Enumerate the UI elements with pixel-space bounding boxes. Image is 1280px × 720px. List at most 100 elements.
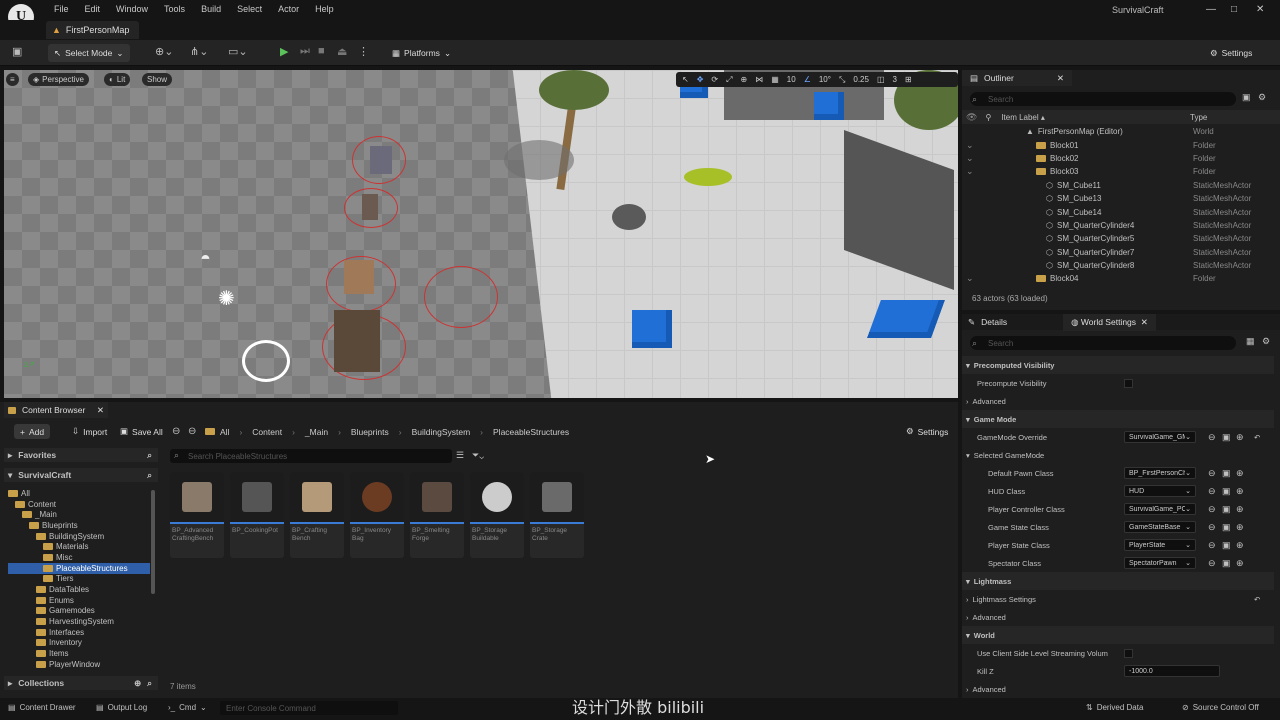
breadcrumb-item[interactable]: Blueprints [351,427,389,437]
add-collection-icon[interactable]: ⊕ [134,678,141,689]
chevron-down-icon[interactable]: ▾ [966,415,970,424]
folder-tree-item[interactable]: Interfaces [8,627,150,638]
asset-tile[interactable]: BP_CookingPot [230,472,284,558]
menu-actor[interactable]: Actor [270,4,307,14]
menu-window[interactable]: Window [108,4,156,14]
menu-file[interactable]: File [46,4,77,14]
folder-tree-item[interactable]: Materials [8,541,150,552]
search-icon[interactable]: ⌕ [147,470,152,481]
search-icon[interactable]: ⌕ [147,450,152,461]
folder-tree-item[interactable]: _Main [8,509,150,520]
browse-icon[interactable]: ⊖ [1208,432,1216,443]
maximize-viewport-icon[interactable]: ⊞ [905,75,912,84]
stop-icon[interactable]: ■ [318,45,325,57]
folder-tree-item[interactable]: Content [8,499,150,510]
folder-tree-item[interactable]: Gamemodes [8,606,150,617]
asset-tile[interactable]: BP_Inventory Bag [350,472,404,558]
browse-icon[interactable]: ⊖ [1208,504,1216,515]
outliner-row[interactable]: ⌄ Block03 Folder [962,165,1280,178]
outliner-row[interactable]: ⬡ SM_QuarterCylinder7 StaticMeshActor [962,246,1280,259]
folder-tree-item[interactable]: Misc [8,552,150,563]
visibility-icon[interactable]: ⌄ [966,153,982,164]
menu-help[interactable]: Help [307,4,342,14]
scale-icon[interactable]: ⤢ [726,75,732,85]
snap-surface-icon[interactable]: ⋈ [755,75,763,84]
killz-input[interactable]: -1000.0 [1124,665,1220,677]
use-selected-icon[interactable]: ▣ [1222,468,1231,479]
add-icon[interactable]: ⊕ [1236,558,1244,569]
close-icon[interactable]: ✕ [97,405,104,416]
rotate-snap-value[interactable]: 10° [819,75,831,84]
settings-icon[interactable]: ⚙ [1258,92,1266,103]
browse-icon[interactable]: ⊖ [1208,522,1216,533]
table-view-icon[interactable]: ▦ [1246,336,1255,347]
outliner-row[interactable]: ⬡ SM_QuarterCylinder8 StaticMeshActor [962,259,1280,272]
outliner-search-input[interactable]: Search [970,92,1236,106]
perspective-button[interactable]: ◈ Perspective [28,73,89,86]
use-selected-icon[interactable]: ▣ [1222,486,1231,497]
breadcrumb-item[interactable]: BuildingSystem [412,427,471,437]
visibility-icon[interactable]: ⌄ [966,166,982,177]
breadcrumb-item[interactable]: PlaceableStructures [493,427,569,437]
output-log-button[interactable]: ▤ Output Log [96,703,147,712]
chevron-right-icon[interactable]: › [966,397,969,406]
asset-tile[interactable]: BP_Advanced CraftingBench [170,472,224,558]
tree-scrollbar[interactable] [151,490,155,594]
bench-actor[interactable] [344,260,374,294]
console-input[interactable]: Enter Console Command [220,701,398,715]
forward-icon[interactable]: ⊖ [188,426,196,437]
play-icon[interactable]: ▶ [280,45,288,58]
save-search-icon[interactable]: ☰ [456,450,464,461]
scale-snap-value[interactable]: 0.25 [853,75,869,84]
add-icon[interactable]: ⊕ [1236,540,1244,551]
select-icon[interactable]: ↖ [682,75,689,84]
class-dropdown[interactable]: SpectatorPawn ⌄ [1124,557,1196,569]
favorites-header[interactable]: ▸ Favorites ⌕ [4,448,158,462]
folder-tree-item[interactable]: Items [8,648,150,659]
rotate-icon[interactable]: ⟳ [711,75,718,84]
add-icon[interactable]: ⊕ [1236,504,1244,515]
camera-speed-value[interactable]: 3 [893,75,897,84]
viewport-menu-button[interactable]: ≡ [6,73,19,86]
platforms-button[interactable]: ▦ Platforms ⌄ [386,44,457,62]
add-icon[interactable]: ⊕ [1236,468,1244,479]
lit-button[interactable]: ◐ Lit [104,73,131,86]
plant[interactable] [684,168,732,186]
eject-icon[interactable]: ⏏ [337,45,347,58]
cmd-button[interactable]: ›_ Cmd ⌄ [168,703,207,712]
collections-header[interactable]: ▸ Collections ⊕ ⌕ [4,676,158,690]
import-button[interactable]: ⇩ Import [66,424,113,439]
minimize-icon[interactable]: — [1206,4,1216,15]
breadcrumb-separator-icon[interactable]: › [292,427,295,437]
blueprint-icon[interactable]: ⋔⌄ [190,45,208,58]
sun-icon[interactable]: ✺ [218,286,235,311]
outliner-row[interactable]: ⬡ SM_Cube13 StaticMeshActor [962,192,1280,205]
browse-icon[interactable]: ⊖ [1208,486,1216,497]
player-start-icon[interactable] [242,340,290,382]
breadcrumb-item[interactable]: All [220,427,229,437]
details-search-input[interactable]: Search [970,336,1236,350]
settings-button[interactable]: ⚙ Settings [1204,44,1258,62]
add-folder-icon[interactable]: ▣ [1242,92,1251,103]
folder-tree-item[interactable]: Inventory [8,638,150,649]
settings-icon[interactable]: ⚙ [1262,336,1270,347]
menu-select[interactable]: Select [229,4,270,14]
asset-tile[interactable]: BP_Storage Buildable [470,472,524,558]
grid-snap-icon[interactable]: ▦ [771,75,779,84]
col-type[interactable]: Type [1190,113,1207,122]
checkbox[interactable] [1124,378,1133,388]
blue-cube[interactable] [632,310,672,348]
folder-tree-item[interactable]: PlaceableStructures [8,562,150,574]
rock[interactable] [612,204,646,230]
rotate-snap-icon[interactable]: ∠ [804,75,811,84]
chevron-down-icon[interactable]: ▾ [966,577,970,586]
class-dropdown[interactable]: HUD ⌄ [1124,485,1196,497]
close-icon[interactable]: ✕ [1256,4,1264,15]
breadcrumb-item[interactable]: _Main [305,427,328,437]
folder-tree-item[interactable]: BuildingSystem [8,531,150,542]
browse-icon[interactable]: ⊖ [1208,540,1216,551]
folder-tree-item[interactable]: Enums [8,595,150,606]
select-mode-button[interactable]: ↖ Select Mode ⌄ [48,44,130,62]
checkbox[interactable] [1124,648,1133,658]
outliner-row[interactable]: ⌄ Block04 Folder [962,272,1280,285]
